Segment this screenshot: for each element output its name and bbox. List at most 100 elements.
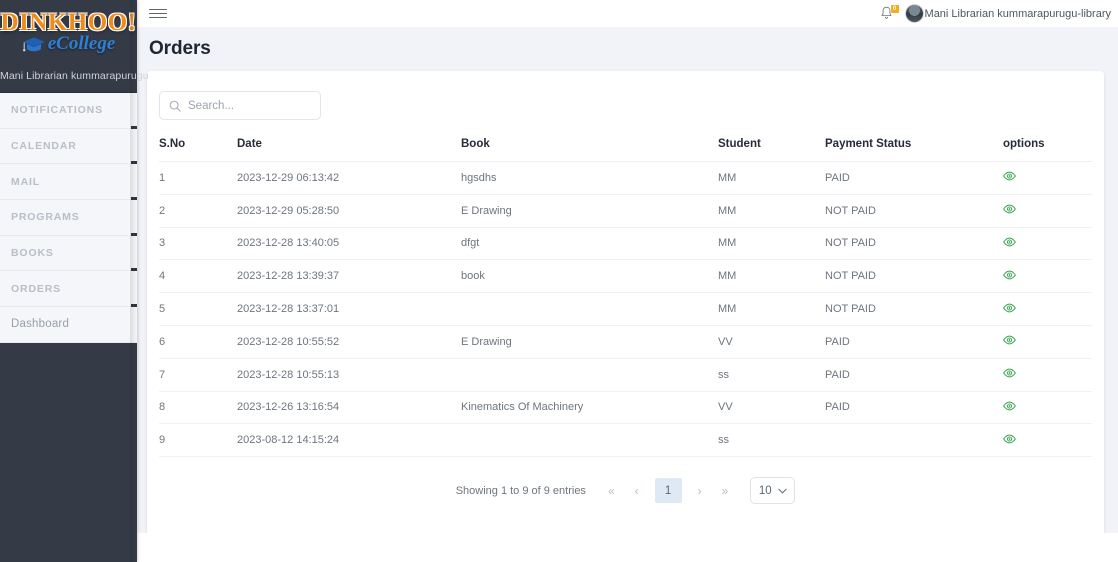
app-root: DINKHOO! eCollege Mani Librarian kummara… <box>0 0 1118 562</box>
orders-table: S.No Date Book Student Payment Status op… <box>159 138 1092 458</box>
eye-icon <box>1003 434 1016 444</box>
view-order-button[interactable] <box>1003 237 1016 247</box>
cell-options <box>1003 194 1092 228</box>
sidebar-user-label: Mani Librarian kummarapurugu <box>0 70 149 82</box>
view-order-button[interactable] <box>1003 335 1016 345</box>
page-size-select[interactable]: 10 <box>750 477 796 505</box>
column-header-sno: S.No <box>159 138 237 162</box>
column-header-options: options <box>1003 138 1092 162</box>
eye-icon <box>1003 204 1016 214</box>
pagination-last-button[interactable]: » <box>718 483 733 499</box>
view-order-button[interactable] <box>1003 171 1016 181</box>
view-order-button[interactable] <box>1003 368 1016 378</box>
hamburger-icon[interactable] <box>149 8 167 19</box>
table-row: 2 2023-12-29 05:28:50 E Drawing MM NOT PAID <box>159 194 1092 228</box>
table-row: 5 2023-12-28 13:37:01 MM NOT PAID <box>159 292 1092 326</box>
cell-date: 2023-12-26 13:16:54 <box>237 391 461 425</box>
cell-sno: 5 <box>159 292 237 326</box>
sidebar-item-books[interactable]: BOOKS <box>0 235 137 272</box>
table-row: 3 2023-12-28 13:40:05 dfgt MM NOT PAID <box>159 227 1092 261</box>
cell-date: 2023-12-28 13:40:05 <box>237 227 461 261</box>
view-order-button[interactable] <box>1003 401 1016 411</box>
cell-student: MM <box>718 227 825 261</box>
eye-icon <box>1003 237 1016 247</box>
cell-student: ss <box>718 423 825 458</box>
sidebar: DINKHOO! eCollege Mani Librarian kummara… <box>0 0 149 562</box>
cell-book: E Drawing <box>461 194 718 228</box>
user-name-label: Mani Librarian kummarapurugu-library <box>924 7 1111 20</box>
table-row: 9 2023-08-12 14:15:24 ss <box>159 423 1092 458</box>
avatar <box>904 4 924 23</box>
sidebar-nav: NOTIFICATIONS CALENDAR MAIL PROGRAMS BOO… <box>0 92 137 343</box>
table-header-row: S.No Date Book Student Payment Status op… <box>159 138 1092 162</box>
view-order-button[interactable] <box>1003 303 1016 313</box>
pagination-prev-button[interactable]: ‹ <box>631 483 643 499</box>
cell-date: 2023-12-28 13:37:01 <box>237 292 461 326</box>
sidebar-item-label: BOOKS <box>11 247 54 260</box>
cell-student: ss <box>718 358 825 392</box>
cell-date: 2023-12-28 13:39:37 <box>237 259 461 294</box>
cell-student: VV <box>718 391 825 425</box>
view-order-button[interactable] <box>1003 434 1016 444</box>
cell-date: 2023-12-28 10:55:52 <box>237 325 461 359</box>
notification-badge: 0 <box>890 4 899 13</box>
sidebar-item-programs[interactable]: PROGRAMS <box>0 200 137 236</box>
pagination-next-button[interactable]: › <box>694 483 706 499</box>
cell-payment: NOT PAID <box>825 292 1003 326</box>
eye-icon <box>1003 368 1016 378</box>
sidebar-item-orders[interactable]: ORDERS <box>0 271 137 308</box>
cell-book <box>461 358 718 392</box>
cell-date: 2023-12-29 06:13:42 <box>237 161 461 195</box>
sidebar-item-dashboard[interactable]: Dashboard <box>0 307 137 343</box>
view-order-button[interactable] <box>1003 204 1016 214</box>
cell-book: hgsdhs <box>461 161 718 195</box>
cell-options <box>1003 161 1092 195</box>
cell-sno: 8 <box>159 391 237 425</box>
orders-card: S.No Date Book Student Payment Status op… <box>147 71 1104 533</box>
table-row: 6 2023-12-28 10:55:52 E Drawing VV PAID <box>159 325 1092 359</box>
notifications-button[interactable]: 0 <box>880 4 899 22</box>
cell-student: MM <box>718 161 825 195</box>
table-row: 1 2023-12-29 06:13:42 hgsdhs MM PAID <box>159 161 1092 195</box>
column-header-payment-status: Payment Status <box>825 138 1003 162</box>
cell-options <box>1003 227 1092 261</box>
table-row: 7 2023-12-28 10:55:13 ss PAID <box>159 358 1092 392</box>
column-header-book: Book <box>461 138 718 162</box>
logo-secondary-text: eCollege <box>47 33 116 54</box>
sidebar-item-label: PROGRAMS <box>11 211 80 224</box>
user-menu[interactable]: Mani Librarian kummarapurugu-library <box>904 4 1111 23</box>
cell-options <box>1003 292 1092 326</box>
cell-payment: PAID <box>825 358 1003 392</box>
sidebar-item-calendar[interactable]: CALENDAR <box>0 128 137 165</box>
sidebar-item-label: NOTIFICATIONS <box>11 104 103 117</box>
column-header-student: Student <box>718 138 825 162</box>
sidebar-item-label: CALENDAR <box>11 140 77 153</box>
view-order-button[interactable] <box>1003 270 1016 280</box>
topbar-right-group: 0 Mani Librarian kummarapurugu-library <box>880 4 1118 23</box>
cell-payment: NOT PAID <box>825 259 1003 294</box>
cell-options <box>1003 391 1092 425</box>
pagination-first-button[interactable]: « <box>604 483 619 499</box>
cell-payment <box>825 423 1003 458</box>
eye-icon <box>1003 172 1016 181</box>
cell-book: Kinematics Of Machinery <box>461 391 718 425</box>
orders-table-body: 1 2023-12-29 06:13:42 hgsdhs MM PAID 2 2023-12… <box>159 161 1092 458</box>
cell-payment: PAID <box>825 391 1003 425</box>
table-row: 4 2023-12-28 13:39:37 book MM NOT PAID <box>159 259 1092 294</box>
cell-sno: 7 <box>159 358 237 392</box>
search-input[interactable] <box>188 99 308 112</box>
cell-options <box>1003 259 1092 294</box>
sidebar-item-label: ORDERS <box>11 282 62 295</box>
pagination-page-1-button[interactable]: 1 <box>654 478 682 504</box>
sidebar-item-mail[interactable]: MAIL <box>0 164 137 201</box>
cell-date: 2023-12-28 10:55:13 <box>237 358 461 392</box>
sidebar-item-notifications[interactable]: NOTIFICATIONS <box>0 93 137 129</box>
cell-sno: 2 <box>159 194 237 228</box>
cell-payment: NOT PAID <box>825 194 1003 228</box>
search-box[interactable] <box>159 91 321 120</box>
orders-card-body: S.No Date Book Student Payment Status op… <box>147 71 1104 505</box>
logo: DINKHOO! eCollege <box>0 10 137 74</box>
cell-student: MM <box>718 194 825 228</box>
cell-options <box>1003 423 1092 458</box>
cell-options <box>1003 358 1092 392</box>
